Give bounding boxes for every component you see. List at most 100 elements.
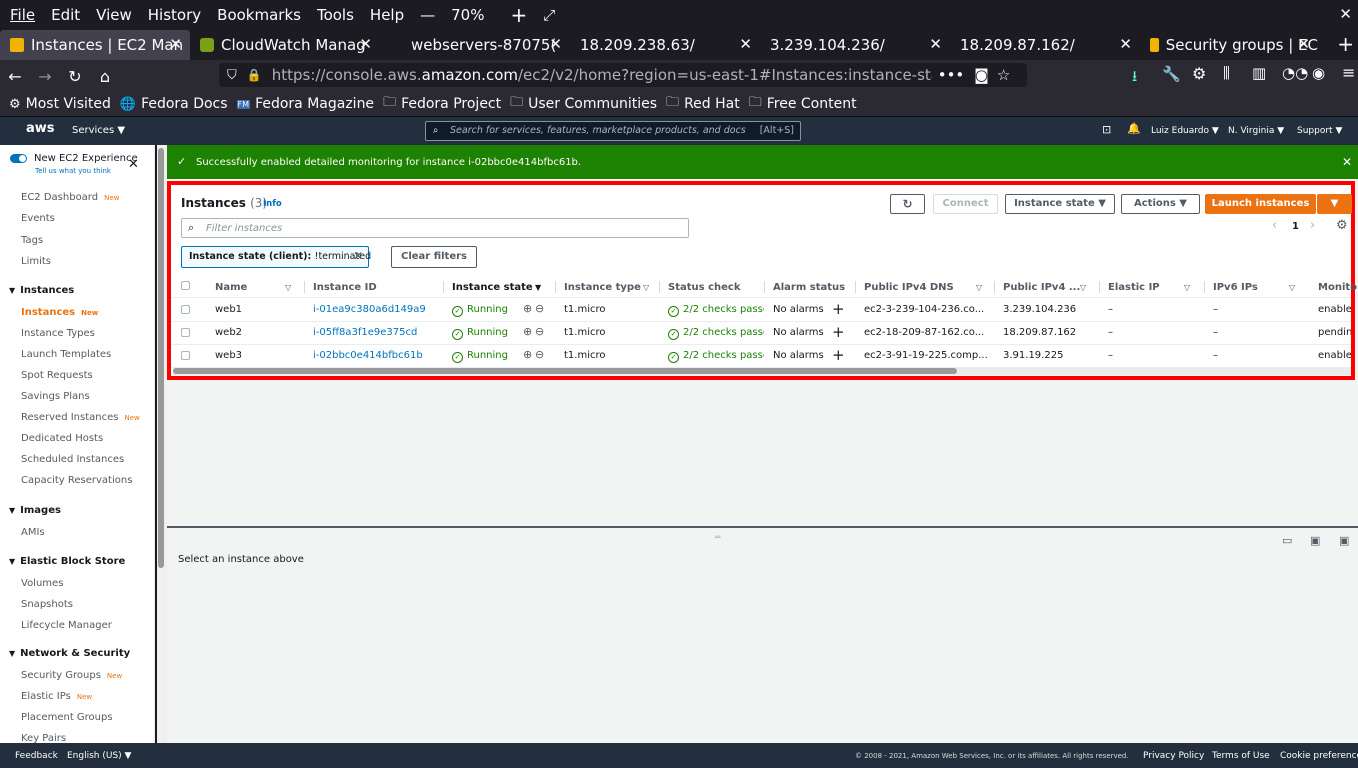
tab-cloudwatch[interactable]: CloudWatch Manag ✕	[190, 30, 380, 60]
bookmark-fedora-project[interactable]: 🗀 Fedora Project	[383, 93, 501, 115]
sidebar-item-placement-groups[interactable]: Placement Groups	[21, 712, 113, 723]
zoom-in-icon[interactable]: +	[510, 3, 527, 27]
sidebar-section-images[interactable]: ▼ Images	[9, 505, 61, 516]
menu-edit[interactable]: Edit	[51, 6, 80, 24]
sidebar-item-amis[interactable]: AMIs	[21, 527, 45, 538]
aws-search-input[interactable]: ⌕ Search for services, features, marketp…	[425, 121, 801, 141]
row-checkbox[interactable]	[181, 351, 190, 360]
sidebar-section-elastic-block-store[interactable]: ▼ Elastic Block Store	[9, 556, 125, 567]
sidebar-item-elastic-ips[interactable]: Elastic IPs New	[21, 691, 92, 702]
sidebar-item-scheduled-instances[interactable]: Scheduled Instances	[21, 454, 124, 465]
home-icon[interactable]: ⌂	[90, 67, 120, 86]
select-all-checkbox[interactable]	[181, 281, 190, 290]
chevron-right-icon[interactable]: ›	[1310, 218, 1315, 233]
zoom-out-icon[interactable]: —	[420, 6, 435, 24]
column-divider[interactable]	[1099, 281, 1100, 293]
column-header-ip[interactable]: Public IPv4 ...	[1003, 282, 1080, 293]
chevron-left-icon[interactable]: ‹	[1272, 218, 1277, 233]
column-header-alarm[interactable]: Alarm status	[773, 282, 845, 293]
close-tab-icon[interactable]: ✕	[929, 35, 942, 53]
new-experience-toggle[interactable]	[10, 154, 27, 163]
close-tab-icon[interactable]: ✕	[549, 35, 562, 53]
window-close-icon[interactable]: ✕	[1339, 5, 1352, 23]
menu-help[interactable]: Help	[370, 6, 404, 24]
row-checkbox[interactable]	[181, 305, 190, 314]
sort-desc-icon[interactable]: ▼	[535, 283, 541, 292]
refresh-button[interactable]: ↻	[890, 194, 925, 214]
sidebar-item-lifecycle-manager[interactable]: Lifecycle Manager	[21, 620, 112, 631]
column-divider[interactable]	[855, 281, 856, 293]
cloudshell-icon[interactable]: ⊡	[1102, 123, 1111, 136]
menu-bookmarks[interactable]: Bookmarks	[217, 6, 301, 24]
horizontal-scrollbar[interactable]	[173, 367, 1351, 375]
close-tab-icon[interactable]: ✕	[359, 35, 372, 53]
sidebar-item-dedicated-hosts[interactable]: Dedicated Hosts	[21, 433, 103, 444]
sidebar-item-tags[interactable]: Tags	[21, 235, 43, 246]
hamburger-menu-icon[interactable]: ≡	[1342, 63, 1355, 82]
launch-dropdown-button[interactable]: ▼	[1317, 194, 1352, 214]
column-divider[interactable]	[764, 281, 765, 293]
cell-id[interactable]: i-01ea9c380a6d149a9	[313, 304, 426, 315]
column-header-ipv6[interactable]: IPv6 IPs	[1213, 282, 1258, 293]
download-icon[interactable]: ⭳	[1132, 66, 1137, 91]
menu-history[interactable]: History	[148, 6, 201, 24]
sidebar-item-instance-types[interactable]: Instance Types	[21, 328, 95, 339]
region-menu[interactable]: N. Virginia ▼	[1228, 126, 1284, 136]
forward-icon[interactable]: →	[30, 67, 60, 86]
menu-file[interactable]: File	[10, 6, 35, 24]
bookmark-fedora-docs[interactable]: 🌐 Fedora Docs	[120, 96, 228, 112]
bookmark-user-communities[interactable]: 🗀 User Communities	[510, 93, 657, 115]
cell-id[interactable]: i-05ff8a3f1e9e375cd	[313, 327, 417, 338]
tab-ec2-instances[interactable]: Instances | EC2 Man ✕	[0, 30, 190, 60]
close-tab-icon[interactable]: ✕	[739, 35, 752, 53]
filter-input[interactable]: ⌕ Filter instances	[181, 218, 689, 238]
sidebar-item-events[interactable]: Events	[21, 213, 55, 224]
close-tab-icon[interactable]: ✕	[1297, 35, 1310, 53]
sort-icon[interactable]: ▽	[976, 283, 982, 292]
zoom-in-icon[interactable]: ⊕	[523, 302, 532, 315]
sidebar-icon[interactable]: ▥	[1252, 64, 1266, 82]
column-divider[interactable]	[555, 281, 556, 293]
column-header-eip[interactable]: Elastic IP	[1108, 282, 1160, 293]
sidebar-item-launch-templates[interactable]: Launch Templates	[21, 349, 111, 360]
column-divider[interactable]	[304, 281, 305, 293]
aws-logo[interactable]: aws	[26, 121, 55, 136]
reload-icon[interactable]: ↻	[60, 67, 90, 86]
column-header-name[interactable]: Name	[215, 282, 247, 293]
dismiss-icon[interactable]: ✕	[1342, 155, 1352, 169]
sidebar-item-volumes[interactable]: Volumes	[21, 578, 63, 589]
settings-gear-icon[interactable]: ⚙	[1336, 218, 1348, 233]
fullscreen-icon[interactable]: ⤢	[543, 6, 555, 24]
info-link[interactable]: Info	[263, 199, 282, 209]
zoom-out-icon[interactable]: ⊖	[535, 302, 544, 315]
sidebar-item-ec2-dashboard[interactable]: EC2 Dashboard New	[21, 192, 119, 203]
add-alarm-icon[interactable]: +	[832, 300, 845, 318]
drag-handle-icon[interactable]: ═	[715, 533, 720, 543]
split-maximize-icon[interactable]: ▣	[1339, 534, 1349, 547]
page-number[interactable]: 1	[1292, 221, 1299, 232]
cookie-preferences-link[interactable]: Cookie preferences	[1280, 751, 1358, 761]
close-icon[interactable]: ✕	[128, 157, 139, 172]
bookmark-red-hat[interactable]: 🗀 Red Hat	[666, 93, 740, 115]
launch-instances-button[interactable]: Launch instances	[1205, 194, 1316, 214]
instance-state-button[interactable]: Instance state ▼	[1005, 194, 1115, 214]
pocket-icon[interactable]: ◙	[974, 66, 989, 84]
split-divider[interactable]	[167, 526, 1358, 528]
add-alarm-icon[interactable]: +	[832, 346, 845, 364]
sidebar-section-network-security[interactable]: ▼ Network & Security	[9, 648, 130, 659]
sidebar-item-limits[interactable]: Limits	[21, 256, 51, 267]
bell-icon[interactable]: 🔔	[1127, 122, 1141, 135]
private-mask-icon[interactable]: ◔◔	[1282, 64, 1308, 82]
column-header-dns[interactable]: Public IPv4 DNS	[864, 282, 954, 293]
zoom-out-icon[interactable]: ⊖	[535, 325, 544, 338]
sidebar-item-snapshots[interactable]: Snapshots	[21, 599, 73, 610]
tab-webservers[interactable]: webservers-87075(✕	[380, 30, 570, 60]
tab-security-groups[interactable]: Security groups | EC ✕	[1140, 30, 1318, 60]
sidebar-item-capacity-reservations[interactable]: Capacity Reservations	[21, 475, 132, 486]
sort-icon[interactable]: ▽	[285, 283, 291, 292]
library-icon[interactable]: ⫼	[1223, 64, 1230, 82]
row-checkbox[interactable]	[181, 328, 190, 337]
sidebar-scrollbar[interactable]	[157, 145, 167, 743]
gear-icon[interactable]: ⚙	[1192, 64, 1206, 83]
sidebar-item-spot-requests[interactable]: Spot Requests	[21, 370, 93, 381]
